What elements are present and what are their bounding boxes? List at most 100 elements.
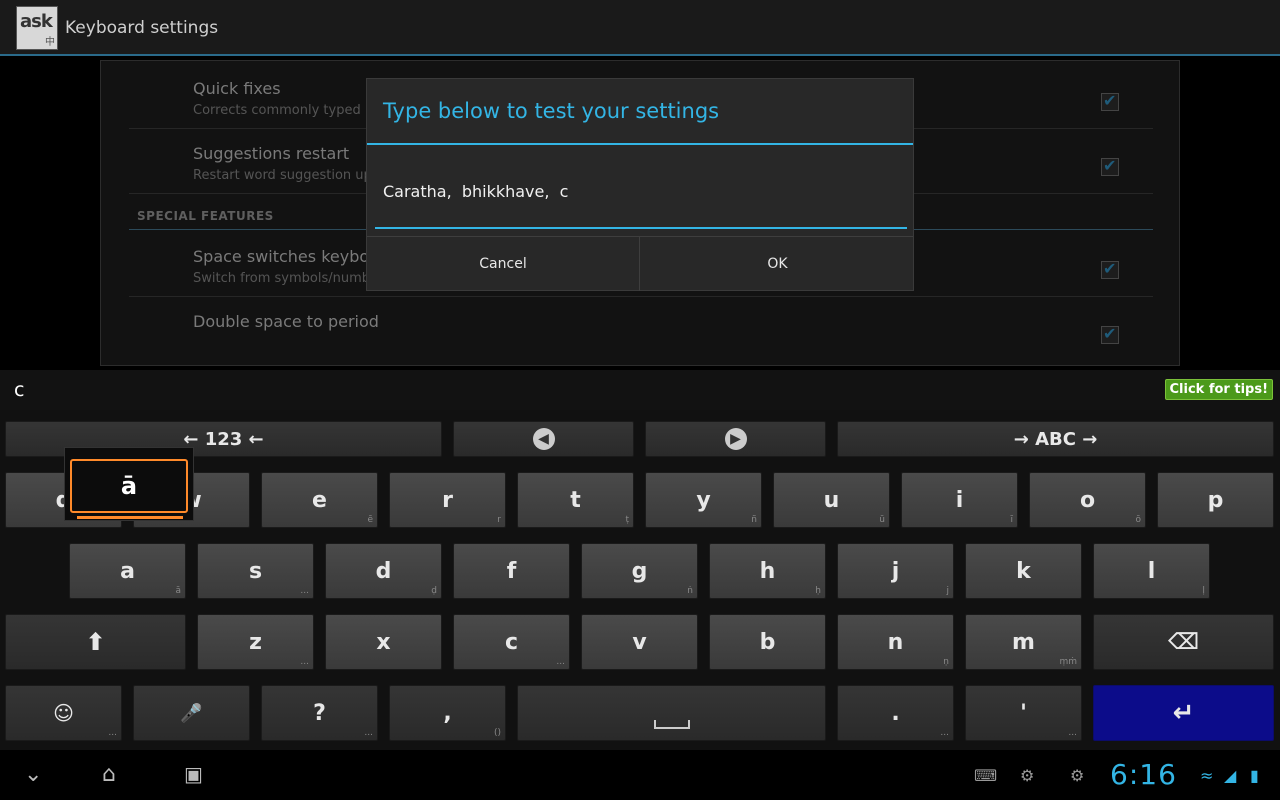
key-hint: ... xyxy=(1068,728,1077,738)
battery-icon: ▮ xyxy=(1250,766,1259,785)
key-label: u xyxy=(823,487,840,513)
key-hint: ḥ xyxy=(815,586,821,596)
cancel-button[interactable]: Cancel xyxy=(367,237,640,291)
app-icon-sub: 中 xyxy=(45,37,55,48)
key-label: k xyxy=(1016,558,1031,584)
key-label: m xyxy=(1012,629,1035,655)
key-hint: ū xyxy=(879,515,885,525)
key-label: g xyxy=(631,558,648,584)
clock: 6:16 xyxy=(1110,758,1177,791)
key-a[interactable]: aā xyxy=(69,543,186,599)
key-voice[interactable]: 🎤 xyxy=(133,685,250,741)
key-r[interactable]: rr xyxy=(389,472,506,528)
key-label: , xyxy=(443,700,452,726)
dialog-button-bar: Cancel OK xyxy=(367,236,914,291)
key-u[interactable]: uū xyxy=(773,472,890,528)
back-icon[interactable]: ⌄ xyxy=(24,762,42,787)
key-hint: ṇ xyxy=(943,657,949,667)
test-input[interactable] xyxy=(383,171,903,211)
key-c[interactable]: c... xyxy=(453,614,570,670)
action-bar: ask 中 Keyboard settings xyxy=(0,0,1280,56)
suggestion-candidate[interactable]: c xyxy=(14,379,24,401)
key-apostrophe[interactable]: '... xyxy=(965,685,1082,741)
key-x[interactable]: x xyxy=(325,614,442,670)
key-label: b xyxy=(759,629,776,655)
key-s[interactable]: s... xyxy=(197,543,314,599)
microphone-icon: 🎤 xyxy=(180,702,203,724)
key-f[interactable]: f xyxy=(453,543,570,599)
key-t[interactable]: tṭ xyxy=(517,472,634,528)
key-p[interactable]: p xyxy=(1157,472,1274,528)
key-label: s xyxy=(248,558,263,584)
key-e[interactable]: eē xyxy=(261,472,378,528)
enter-icon: ↵ xyxy=(1172,698,1195,728)
key-preview-popup: ā xyxy=(64,447,194,521)
keyboard-icon: ⌨ xyxy=(974,766,998,785)
key-g[interactable]: gṅ xyxy=(581,543,698,599)
key-label: ' xyxy=(1020,700,1027,726)
key-hint: ñ xyxy=(751,515,757,525)
home-icon[interactable]: ⌂ xyxy=(102,762,116,787)
key-hint: ḷ xyxy=(1202,586,1205,596)
key-l[interactable]: lḷ xyxy=(1093,543,1210,599)
key-label: r xyxy=(442,487,453,513)
key-period[interactable]: .... xyxy=(837,685,954,741)
tips-button[interactable]: Click for tips! xyxy=(1164,379,1273,400)
key-z[interactable]: z... xyxy=(197,614,314,670)
key-h[interactable]: hḥ xyxy=(709,543,826,599)
key-n[interactable]: nṇ xyxy=(837,614,954,670)
key-d[interactable]: dḍ xyxy=(325,543,442,599)
key-i[interactable]: iī xyxy=(901,472,1018,528)
key-label: y xyxy=(696,487,711,513)
setting-title: Double space to period xyxy=(193,312,379,331)
key-j[interactable]: jj xyxy=(837,543,954,599)
key-label: l xyxy=(1147,558,1156,584)
key-v[interactable]: v xyxy=(581,614,698,670)
key-question[interactable]: ?... xyxy=(261,685,378,741)
app-icon[interactable]: ask 中 xyxy=(16,6,58,50)
key-hint: ō xyxy=(1135,515,1141,525)
key-label: a xyxy=(120,558,135,584)
key-shift[interactable]: ⬆ xyxy=(5,614,186,670)
dialog-title: Type below to test your settings xyxy=(383,99,720,123)
key-b[interactable]: b xyxy=(709,614,826,670)
key-backspace[interactable]: ⌫ xyxy=(1093,614,1274,670)
key-label: v xyxy=(632,629,647,655)
key-emoji[interactable]: ☺... xyxy=(5,685,122,741)
popup-character[interactable]: ā xyxy=(70,459,188,513)
key-hint: ... xyxy=(364,728,373,738)
key-hint: ī xyxy=(1010,515,1013,525)
ok-button[interactable]: OK xyxy=(641,237,914,291)
checkbox-checked[interactable] xyxy=(1101,91,1119,111)
recent-apps-icon[interactable]: ▣ xyxy=(184,762,203,786)
key-enter[interactable]: ↵ xyxy=(1093,685,1274,741)
key-label: i xyxy=(955,487,964,513)
key-m[interactable]: m ṃṁ xyxy=(965,614,1082,670)
key-space[interactable] xyxy=(517,685,826,741)
popup-underline xyxy=(77,516,183,519)
system-bar: ⌄ ⌂ ▣ ⌨ ⚙ ⚙ 6:16 ≈ ◢ ▮ xyxy=(0,750,1280,800)
checkbox-checked[interactable] xyxy=(1101,156,1119,176)
arrow-right-icon: ▶ xyxy=(724,428,747,450)
key-hint: ē xyxy=(367,515,373,525)
key-hint: ḍ xyxy=(431,586,437,596)
key-hint: ā xyxy=(175,586,181,596)
key-o[interactable]: oō xyxy=(1029,472,1146,528)
key-cursor-left[interactable]: ◀ xyxy=(453,421,634,457)
key-k[interactable]: k xyxy=(965,543,1082,599)
key-alphabet-switch[interactable]: → ABC → xyxy=(837,421,1274,457)
key-y[interactable]: yñ xyxy=(645,472,762,528)
setting-double-space-period[interactable]: Double space to period xyxy=(129,298,1153,362)
key-hint: ṃṁ xyxy=(1059,657,1077,667)
key-hint: ... xyxy=(940,728,949,738)
signal-icon: ◢ xyxy=(1224,766,1237,785)
checkbox-checked[interactable] xyxy=(1101,259,1119,279)
key-comma[interactable]: , () xyxy=(389,685,506,741)
arrow-left-icon: ◀ xyxy=(532,428,555,450)
shift-icon: ⬆ xyxy=(85,628,106,656)
key-label: n xyxy=(887,629,904,655)
key-cursor-right[interactable]: ▶ xyxy=(645,421,826,457)
candidate-strip: c Click for tips! xyxy=(0,370,1280,410)
checkbox-checked[interactable] xyxy=(1101,324,1119,344)
key-label: e xyxy=(312,487,327,513)
